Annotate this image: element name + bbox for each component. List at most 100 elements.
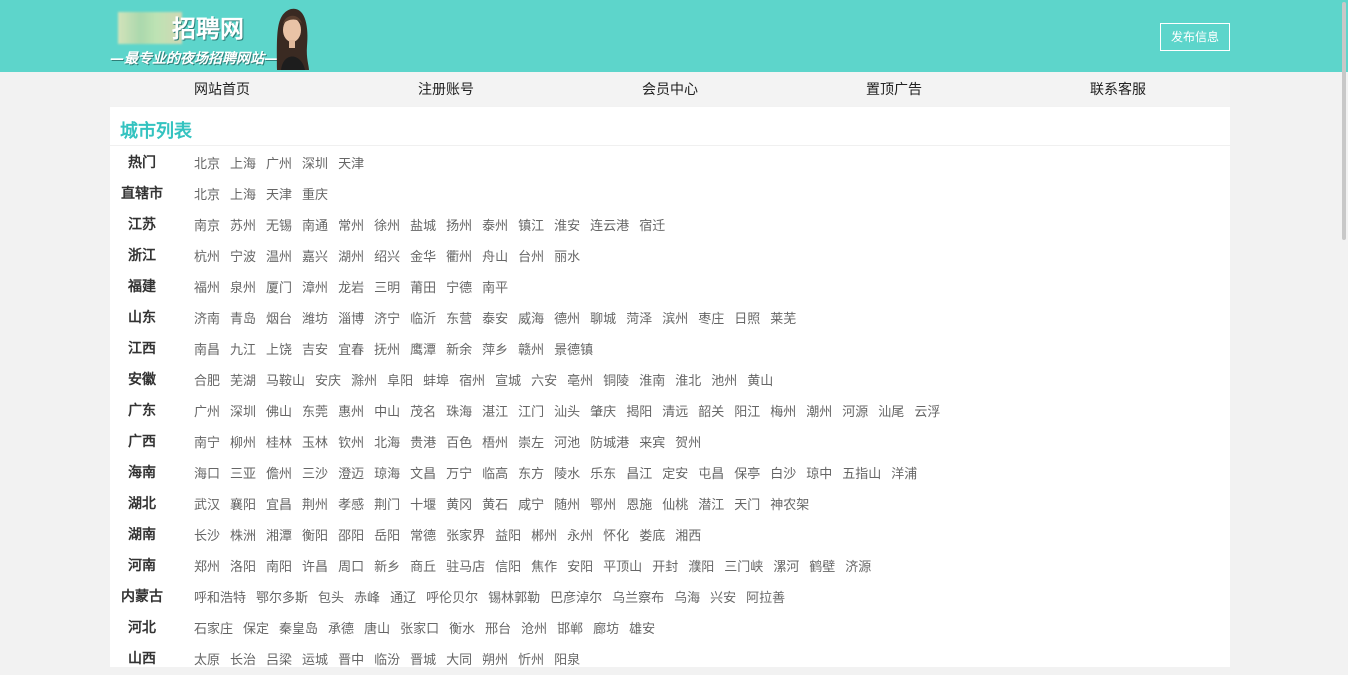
city-link[interactable]: 盐城 [410,210,436,241]
city-link[interactable]: 怀化 [603,520,629,551]
city-link[interactable]: 定安 [662,458,688,489]
city-link[interactable]: 金华 [410,241,436,272]
city-link[interactable]: 池州 [711,365,737,396]
city-link[interactable]: 衡水 [449,613,475,644]
city-link[interactable]: 北京 [194,179,220,210]
city-link[interactable]: 常州 [338,210,364,241]
city-link[interactable]: 南昌 [194,334,220,365]
city-link[interactable]: 保定 [243,613,269,644]
city-link[interactable]: 承德 [328,613,354,644]
city-link[interactable]: 钦州 [338,427,364,458]
city-link[interactable]: 亳州 [567,365,593,396]
publish-info-button[interactable]: 发布信息 [1160,23,1230,51]
city-link[interactable]: 焦作 [531,551,557,582]
city-link[interactable]: 包头 [318,582,344,613]
nav-item-top-ads[interactable]: 置顶广告 [782,72,1006,106]
city-link[interactable]: 黄石 [482,489,508,520]
city-link[interactable]: 孝感 [338,489,364,520]
city-link[interactable]: 珠海 [446,396,472,427]
city-link[interactable]: 潍坊 [302,303,328,334]
city-link[interactable]: 上海 [230,148,256,179]
city-link[interactable]: 六安 [531,365,557,396]
city-link[interactable]: 永州 [567,520,593,551]
city-link[interactable]: 崇左 [518,427,544,458]
city-link[interactable]: 清远 [662,396,688,427]
city-link[interactable]: 黄冈 [446,489,472,520]
city-link[interactable]: 肇庆 [590,396,616,427]
city-link[interactable]: 惠州 [338,396,364,427]
city-link[interactable]: 防城港 [590,427,629,458]
city-link[interactable]: 邢台 [485,613,511,644]
city-link[interactable]: 驻马店 [446,551,485,582]
city-link[interactable]: 无锡 [266,210,292,241]
city-link[interactable]: 赤峰 [354,582,380,613]
nav-item-home[interactable]: 网站首页 [110,72,334,106]
city-link[interactable]: 淮北 [675,365,701,396]
city-link[interactable]: 大同 [446,644,472,675]
city-link[interactable]: 赣州 [518,334,544,365]
city-link[interactable]: 东莞 [302,396,328,427]
city-link[interactable]: 河池 [554,427,580,458]
city-link[interactable]: 周口 [338,551,364,582]
city-link[interactable]: 湘西 [675,520,701,551]
city-link[interactable]: 青岛 [230,303,256,334]
city-link[interactable]: 潮州 [806,396,832,427]
city-link[interactable]: 忻州 [518,644,544,675]
city-link[interactable]: 宜昌 [266,489,292,520]
city-link[interactable]: 天津 [338,148,364,179]
city-link[interactable]: 安阳 [567,551,593,582]
city-link[interactable]: 巴彦淖尔 [550,582,602,613]
city-link[interactable]: 锡林郭勒 [488,582,540,613]
city-link[interactable]: 娄底 [639,520,665,551]
city-link[interactable]: 恩施 [626,489,652,520]
city-link[interactable]: 宁德 [446,272,472,303]
city-link[interactable]: 陵水 [554,458,580,489]
city-link[interactable]: 聊城 [590,303,616,334]
city-link[interactable]: 郴州 [531,520,557,551]
city-link[interactable]: 东方 [518,458,544,489]
city-link[interactable]: 绍兴 [374,241,400,272]
city-link[interactable]: 新余 [446,334,472,365]
city-link[interactable]: 云浮 [914,396,940,427]
nav-item-register[interactable]: 注册账号 [334,72,558,106]
city-link[interactable]: 烟台 [266,303,292,334]
city-link[interactable]: 常德 [410,520,436,551]
city-link[interactable]: 徐州 [374,210,400,241]
city-link[interactable]: 镇江 [518,210,544,241]
city-link[interactable]: 南宁 [194,427,220,458]
city-link[interactable]: 安庆 [315,365,341,396]
city-link[interactable]: 澄迈 [338,458,364,489]
city-link[interactable]: 十堰 [410,489,436,520]
city-link[interactable]: 舟山 [482,241,508,272]
city-link[interactable]: 乐东 [590,458,616,489]
city-link[interactable]: 阳江 [734,396,760,427]
city-link[interactable]: 菏泽 [626,303,652,334]
city-link[interactable]: 江门 [518,396,544,427]
city-link[interactable]: 扬州 [446,210,472,241]
city-link[interactable]: 厦门 [266,272,292,303]
city-link[interactable]: 随州 [554,489,580,520]
city-link[interactable]: 温州 [266,241,292,272]
city-link[interactable]: 石家庄 [194,613,233,644]
city-link[interactable]: 三沙 [302,458,328,489]
city-link[interactable]: 梧州 [482,427,508,458]
city-link[interactable]: 长治 [230,644,256,675]
city-link[interactable]: 昌江 [626,458,652,489]
city-link[interactable]: 仙桃 [662,489,688,520]
city-link[interactable]: 琼海 [374,458,400,489]
city-link[interactable]: 广州 [266,148,292,179]
city-link[interactable]: 嘉兴 [302,241,328,272]
city-link[interactable]: 鹰潭 [410,334,436,365]
city-link[interactable]: 北海 [374,427,400,458]
city-link[interactable]: 雄安 [629,613,655,644]
city-link[interactable]: 莱芜 [770,303,796,334]
city-link[interactable]: 邵阳 [338,520,364,551]
city-link[interactable]: 神农架 [770,489,809,520]
city-link[interactable]: 五指山 [842,458,881,489]
city-link[interactable]: 阜阳 [387,365,413,396]
scrollbar-thumb[interactable] [1342,2,1346,240]
city-link[interactable]: 平顶山 [603,551,642,582]
city-link[interactable]: 南平 [482,272,508,303]
city-link[interactable]: 黄山 [747,365,773,396]
city-link[interactable]: 百色 [446,427,472,458]
